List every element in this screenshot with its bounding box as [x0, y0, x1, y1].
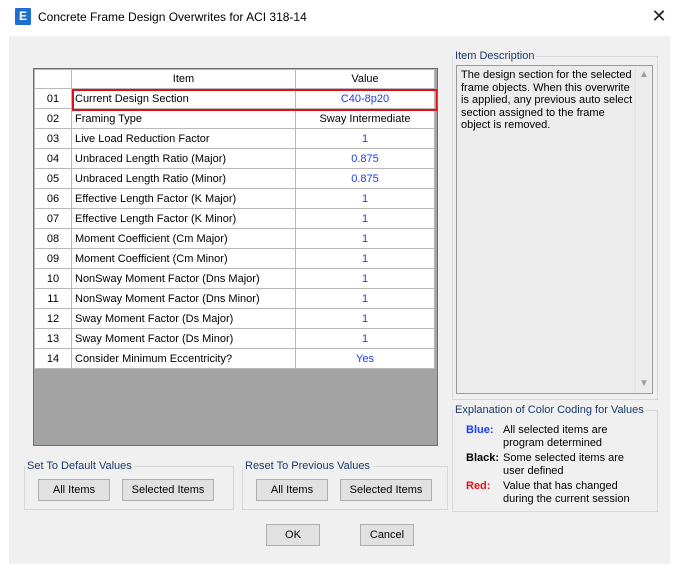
row-item-label[interactable]: Effective Length Factor (K Minor) — [71, 208, 296, 229]
row-number[interactable]: 14 — [34, 348, 72, 369]
row-item-label[interactable]: Moment Coefficient (Cm Minor) — [71, 248, 296, 269]
table-row[interactable]: 01 Current Design Section C40-8p20 — [34, 88, 435, 109]
row-value[interactable]: 1 — [295, 228, 435, 249]
table-row[interactable]: 11 NonSway Moment Factor (Dns Minor) 1 — [34, 288, 435, 309]
description-scrollbar[interactable]: ▲ ▼ — [635, 66, 652, 393]
header-item: Item — [71, 69, 296, 89]
row-item-label[interactable]: Sway Moment Factor (Ds Major) — [71, 308, 296, 329]
color-coding-description: All selected items are program determine… — [503, 424, 608, 449]
row-item-label[interactable]: Framing Type — [71, 108, 296, 129]
row-value[interactable]: 1 — [295, 308, 435, 329]
table-row[interactable]: 09 Moment Coefficient (Cm Minor) 1 — [34, 248, 435, 269]
set-default-label: Set To Default Values — [27, 460, 132, 472]
color-coding-label: Explanation of Color Coding for Values — [455, 404, 644, 416]
title-bar: E Concrete Frame Design Overwrites for A… — [0, 0, 680, 34]
row-number[interactable]: 04 — [34, 148, 72, 169]
scroll-down-icon[interactable]: ▼ — [636, 376, 652, 392]
row-item-label[interactable]: Live Load Reduction Factor — [71, 128, 296, 149]
row-value[interactable]: 1 — [295, 248, 435, 269]
default-selected-items-button[interactable]: Selected Items — [122, 479, 214, 501]
row-item-label[interactable]: Consider Minimum Eccentricity? — [71, 348, 296, 369]
row-value[interactable]: 1 — [295, 288, 435, 309]
row-number[interactable]: 12 — [34, 308, 72, 329]
item-description-text: The design section for the selected fram… — [461, 69, 633, 131]
window-title: Concrete Frame Design Overwrites for ACI… — [38, 10, 307, 24]
table-row[interactable]: 13 Sway Moment Factor (Ds Minor) 1 — [34, 328, 435, 349]
scroll-up-icon[interactable]: ▲ — [636, 67, 652, 83]
color-coding-description: Some selected items are user defined — [503, 452, 625, 477]
table-row[interactable]: 04 Unbraced Length Ratio (Major) 0.875 — [34, 148, 435, 169]
default-all-items-button[interactable]: All Items — [38, 479, 110, 501]
color-coding-key: Blue: — [466, 424, 494, 436]
close-icon[interactable]: ✕ — [648, 4, 670, 28]
reset-all-items-button[interactable]: All Items — [256, 479, 328, 501]
row-value[interactable]: 0.875 — [295, 168, 435, 189]
row-item-label[interactable]: Unbraced Length Ratio (Minor) — [71, 168, 296, 189]
table-row[interactable]: 14 Consider Minimum Eccentricity? Yes — [34, 348, 435, 369]
row-value[interactable]: 1 — [295, 128, 435, 149]
color-coding-key: Black: — [466, 452, 500, 464]
header-number — [34, 69, 72, 89]
row-number[interactable]: 06 — [34, 188, 72, 209]
row-value[interactable]: 1 — [295, 268, 435, 289]
table-row[interactable]: 08 Moment Coefficient (Cm Major) 1 — [34, 228, 435, 249]
row-number[interactable]: 11 — [34, 288, 72, 309]
row-item-label[interactable]: Current Design Section — [71, 88, 296, 109]
cancel-button[interactable]: Cancel — [360, 524, 414, 546]
row-item-label[interactable]: Unbraced Length Ratio (Major) — [71, 148, 296, 169]
row-number[interactable]: 05 — [34, 168, 72, 189]
row-value[interactable]: Yes — [295, 348, 435, 369]
row-number[interactable]: 07 — [34, 208, 72, 229]
reset-selected-items-button[interactable]: Selected Items — [340, 479, 432, 501]
row-number[interactable]: 10 — [34, 268, 72, 289]
grid-header-row: Item Value — [34, 69, 435, 89]
row-value[interactable]: Sway Intermediate — [295, 108, 435, 129]
row-item-label[interactable]: Sway Moment Factor (Ds Minor) — [71, 328, 296, 349]
item-description-box[interactable]: The design section for the selected fram… — [456, 65, 653, 394]
ok-button[interactable]: OK — [266, 524, 320, 546]
row-item-label[interactable]: NonSway Moment Factor (Dns Major) — [71, 268, 296, 289]
row-number[interactable]: 03 — [34, 128, 72, 149]
table-row[interactable]: 12 Sway Moment Factor (Ds Major) 1 — [34, 308, 435, 329]
row-value[interactable]: 0.875 — [295, 148, 435, 169]
row-value[interactable]: C40-8p20 — [295, 88, 435, 109]
row-item-label[interactable]: Moment Coefficient (Cm Major) — [71, 228, 296, 249]
table-row[interactable]: 05 Unbraced Length Ratio (Minor) 0.875 — [34, 168, 435, 189]
row-value[interactable]: 1 — [295, 328, 435, 349]
header-value: Value — [295, 69, 435, 89]
row-number[interactable]: 08 — [34, 228, 72, 249]
row-value[interactable]: 1 — [295, 188, 435, 209]
table-row[interactable]: 02 Framing Type Sway Intermediate — [34, 108, 435, 129]
item-description-label: Item Description — [455, 50, 535, 62]
table-row[interactable]: 03 Live Load Reduction Factor 1 — [34, 128, 435, 149]
color-coding-key: Red: — [466, 480, 491, 492]
table-row[interactable]: 10 NonSway Moment Factor (Dns Major) 1 — [34, 268, 435, 289]
row-number[interactable]: 09 — [34, 248, 72, 269]
table-row[interactable]: 07 Effective Length Factor (K Minor) 1 — [34, 208, 435, 229]
row-item-label[interactable]: Effective Length Factor (K Major) — [71, 188, 296, 209]
overwrites-grid[interactable]: Item Value 01 Current Design Section C40-8… — [33, 68, 438, 446]
row-number[interactable]: 01 — [34, 88, 72, 109]
app-icon: E — [15, 8, 31, 25]
color-coding-description: Value that has changed during the curren… — [503, 480, 630, 505]
table-row[interactable]: 06 Effective Length Factor (K Major) 1 — [34, 188, 435, 209]
row-number[interactable]: 02 — [34, 108, 72, 129]
row-value[interactable]: 1 — [295, 208, 435, 229]
row-item-label[interactable]: NonSway Moment Factor (Dns Minor) — [71, 288, 296, 309]
row-number[interactable]: 13 — [34, 328, 72, 349]
reset-previous-label: Reset To Previous Values — [245, 460, 370, 472]
